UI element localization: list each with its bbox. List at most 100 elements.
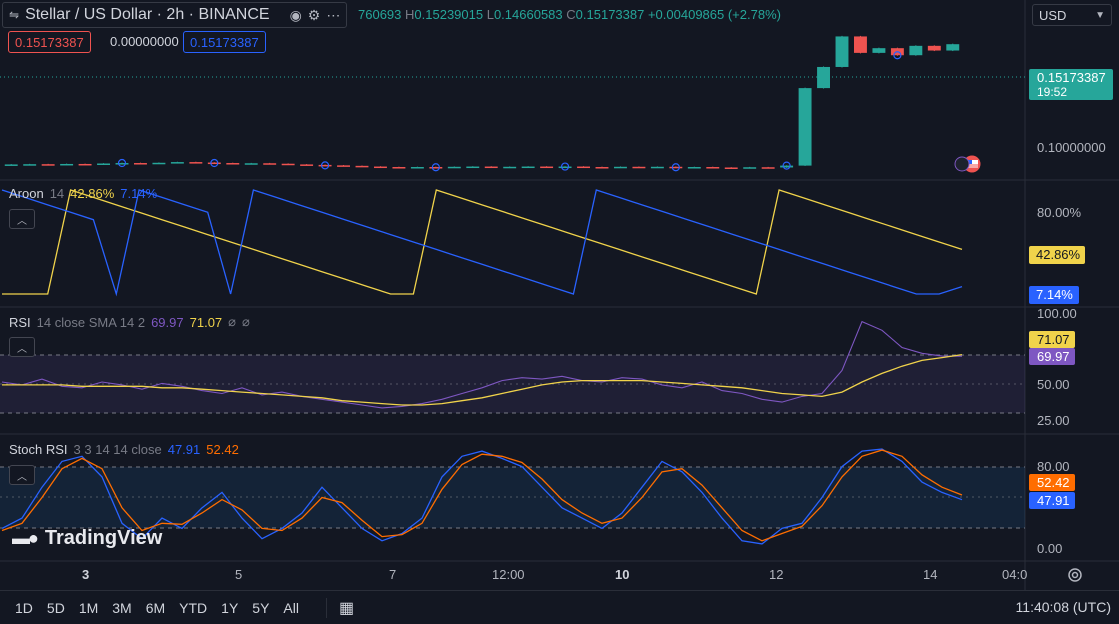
rsi-axis-50: 50.00 [1037, 377, 1070, 392]
candle-body [226, 163, 240, 165]
candle-body [23, 164, 37, 166]
candle-body [355, 165, 369, 168]
timeframe-button[interactable]: 1M [72, 600, 105, 616]
settings-gear-icon[interactable] [1068, 568, 1082, 582]
aroon-up-value: 42.86% [70, 186, 115, 201]
settings-icon[interactable]: ⚙ [308, 7, 321, 24]
price-level-label: 0.10000000 [1037, 140, 1106, 155]
aroon-up-line [2, 189, 963, 295]
stoch-k-badge-text: 47.91 [1037, 493, 1070, 508]
buy-price-button[interactable]: 0.15173387 [183, 31, 266, 53]
rsi-legend[interactable]: RSI 14 close SMA 14 2 69.97 71.07 ⌀ ⌀ [9, 314, 250, 330]
chevron-up-icon: ︿ [17, 343, 27, 355]
ohlc-low: 0.14660583 [493, 7, 563, 22]
ohlc-high-label: H [405, 7, 415, 22]
candle-body [835, 36, 849, 67]
ohlc-low-label: L [486, 7, 494, 22]
candle-body [410, 167, 424, 169]
timeframe-button[interactable]: 6M [139, 600, 172, 616]
candle-body [909, 45, 923, 56]
chevron-down-icon: ▼ [1095, 9, 1105, 21]
timeframe-button[interactable]: All [276, 600, 306, 616]
aroon-legend[interactable]: Aroon 14 42.86% 7.14% [9, 186, 157, 201]
aroon-down-badge-text: 7.14% [1036, 287, 1073, 302]
candle-body [632, 166, 646, 169]
rsi-ma-badge-text: 71.07 [1037, 332, 1070, 347]
candle-body [281, 163, 295, 166]
eye-icon[interactable]: ◉ [290, 7, 302, 24]
candle-body [429, 167, 443, 169]
candle-body [798, 88, 812, 166]
time-label: 04:0 [1002, 567, 1027, 582]
symbol-title[interactable]: Stellar / US Dollar · 2h · BINANCE [25, 6, 270, 24]
event-icon[interactable] [954, 156, 970, 172]
candle-body [706, 167, 720, 169]
ohlc-close-label: C [566, 7, 576, 22]
candle-body [60, 163, 74, 166]
timeframe-button[interactable]: 1D [8, 600, 40, 616]
candle-body [780, 165, 794, 168]
stoch-d-value: 52.42 [206, 442, 239, 457]
aroon-collapse-button[interactable]: ︿ [9, 209, 35, 229]
aroon-down-line [1, 189, 963, 297]
timeframe-button[interactable]: 3M [105, 600, 138, 616]
candle-body [484, 166, 498, 169]
stoch-collapse-button[interactable]: ︿ [9, 465, 35, 485]
candle-body [134, 163, 147, 165]
ohlc-values: 760693 H0.15239015 L0.14660583 C0.151733… [358, 7, 781, 22]
rsi-badge-text: 69.97 [1037, 349, 1070, 364]
candle-body [503, 166, 517, 169]
currency-select[interactable]: USD ▼ [1032, 4, 1112, 26]
candle-body [669, 166, 683, 169]
candle-body [577, 166, 590, 169]
timeframe-button[interactable]: YTD [172, 600, 214, 616]
candle-body [392, 167, 406, 169]
chevron-up-icon: ︿ [17, 215, 27, 227]
symbol-icon: ⇋ [9, 8, 20, 22]
candle-body [540, 166, 554, 169]
candle-body [318, 164, 332, 167]
candle-body [189, 162, 203, 164]
stoch-d-badge-text: 52.42 [1037, 475, 1070, 490]
candle-body [152, 162, 166, 165]
date-range-icon[interactable]: ▦ [325, 597, 354, 618]
time-label: 7 [389, 567, 396, 582]
ohlc-close: 0.15173387 [575, 7, 645, 22]
watermark-text: TradingView [44, 527, 163, 549]
candle-body [595, 167, 609, 169]
more-icon[interactable]: ⋯ [326, 7, 340, 24]
chevron-up-icon: ︿ [17, 471, 27, 483]
candles [4, 35, 960, 169]
candle-body [650, 166, 664, 169]
rsi-axis-25: 25.00 [1037, 413, 1070, 428]
time-label: 5 [235, 567, 242, 582]
symbol-legend[interactable]: ⇋ Stellar / US Dollar · 2h · BINANCE ◉ ⚙… [2, 2, 348, 28]
stoch-axis-0: 0.00 [1037, 541, 1062, 556]
candle-body [97, 163, 110, 165]
rsi-collapse-button[interactable]: ︿ [9, 337, 35, 357]
timeframe-button[interactable]: 1Y [214, 600, 245, 616]
candle-body [854, 36, 867, 53]
chart-canvas[interactable]: 0.15173387 19:52 0.10000000 80.00% 42.86… [0, 0, 1119, 623]
countdown-text: 19:52 [1037, 85, 1067, 99]
time-label: 12:00 [492, 567, 525, 582]
candle-body [927, 45, 941, 51]
ohlc-open: 760693 [358, 7, 402, 22]
candle-body [447, 166, 461, 169]
utc-clock[interactable]: 11:40:08 (UTC) [1016, 599, 1111, 615]
candle-body [78, 163, 92, 166]
timeframe-button[interactable]: 5D [40, 600, 72, 616]
aroon-name: Aroon [9, 186, 44, 201]
sell-price-button[interactable]: 0.15173387 [8, 31, 91, 53]
candle-body [207, 162, 221, 165]
last-price-text: 0.15173387 [1037, 70, 1106, 85]
candle-body [946, 44, 960, 51]
aroon-lines [1, 189, 963, 297]
candle-body [41, 164, 55, 166]
candle-body [374, 166, 387, 169]
ohlc-high: 0.15239015 [414, 7, 484, 22]
timeframe-button[interactable]: 5Y [245, 600, 276, 616]
candle-body [614, 166, 627, 169]
time-label: 10 [615, 567, 629, 582]
stoch-legend[interactable]: Stoch RSI 3 3 14 14 close 47.91 52.42 [9, 442, 239, 457]
